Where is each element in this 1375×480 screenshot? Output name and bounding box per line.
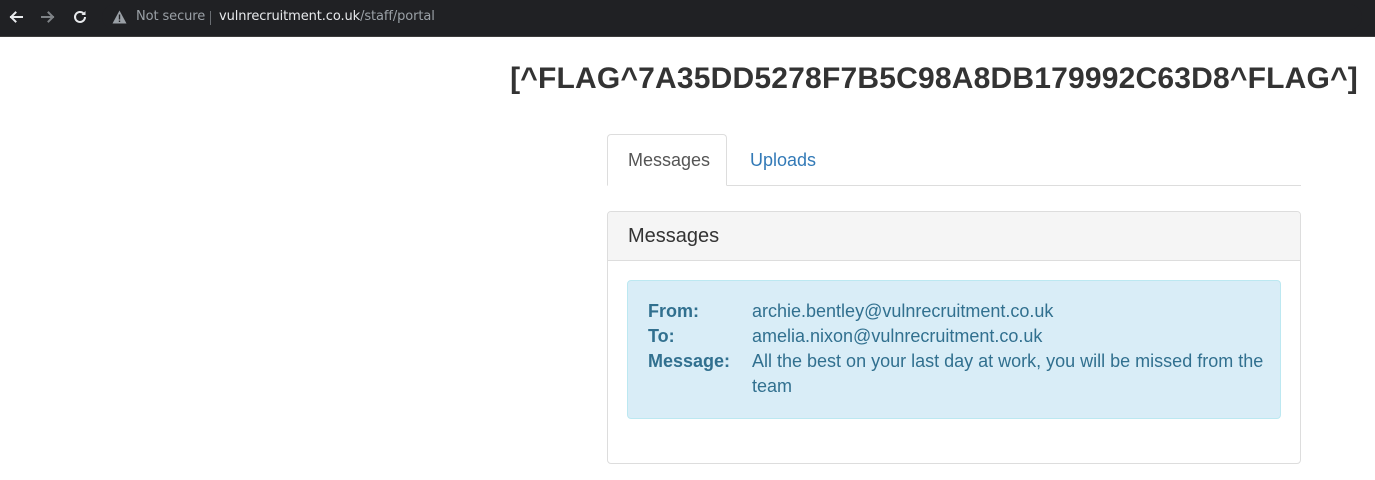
browser-toolbar: Not secure vulnrecruitment.co.uk/staff/p… bbox=[0, 0, 1375, 37]
to-label: To: bbox=[648, 326, 675, 346]
messages-panel: Messages From: archie.bentley@vulnrecrui… bbox=[607, 211, 1301, 464]
address-bar[interactable]: Not secure vulnrecruitment.co.uk/staff/p… bbox=[102, 4, 1362, 30]
warning-icon[interactable] bbox=[112, 10, 127, 24]
from-value: archie.bentley@vulnrecruitment.co.uk bbox=[752, 301, 1054, 321]
from-label: From: bbox=[648, 301, 699, 321]
to-value: amelia.nixon@vulnrecruitment.co.uk bbox=[752, 326, 1043, 346]
url-path: /staff/portal bbox=[360, 9, 435, 24]
url-host: vulnrecruitment.co.uk bbox=[219, 9, 361, 24]
url-text[interactable]: vulnrecruitment.co.uk/staff/portal bbox=[219, 9, 435, 24]
message-card: From: archie.bentley@vulnrecruitment.co.… bbox=[627, 280, 1281, 419]
security-status[interactable]: Not secure bbox=[136, 9, 205, 24]
message-body: All the best on your last day at work, y… bbox=[752, 351, 1264, 396]
panel-heading: Messages bbox=[608, 212, 1300, 261]
tab-bar: Messages Uploads bbox=[607, 134, 1301, 186]
back-arrow-icon[interactable] bbox=[4, 6, 28, 28]
reload-icon[interactable] bbox=[68, 6, 92, 28]
tab-messages[interactable]: Messages bbox=[607, 134, 727, 186]
page-title: [^FLAG^7A35DD5278F7B5C98A8DB179992C63D8^… bbox=[510, 62, 1358, 95]
url-divider bbox=[210, 11, 211, 25]
message-label: Message: bbox=[648, 351, 731, 371]
tab-uploads[interactable]: Uploads bbox=[729, 134, 837, 186]
forward-arrow-icon[interactable] bbox=[36, 6, 60, 28]
